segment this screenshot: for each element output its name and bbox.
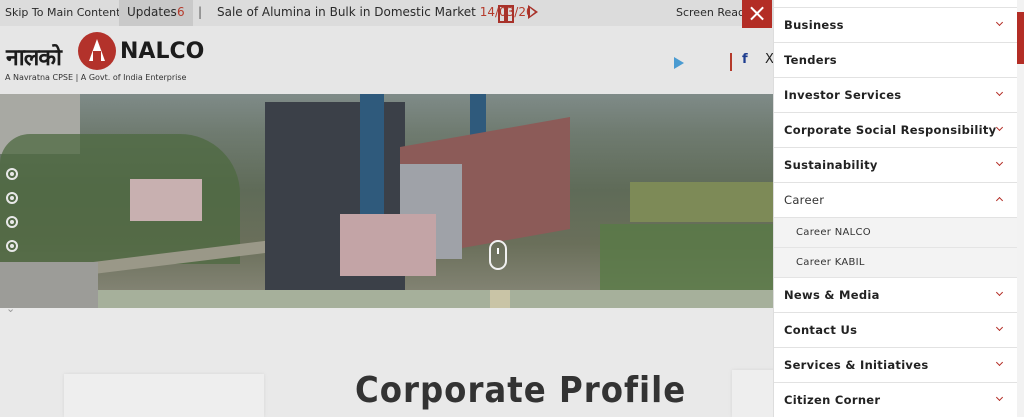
skip-to-main-link[interactable]: Skip To Main Content <box>5 6 120 19</box>
menu-item-citizen-corner[interactable]: Citizen Corner <box>774 383 1018 417</box>
hero-trees <box>0 134 240 264</box>
submenu-item-label: Career KABIL <box>796 257 865 268</box>
menu-item-label: Tenders <box>784 53 837 67</box>
menu-item-label: Business <box>784 18 844 32</box>
menu-item-sustainability[interactable]: Sustainability <box>774 148 1018 183</box>
profile-card <box>64 374 264 417</box>
menu-item-news-media[interactable]: News & Media <box>774 278 1018 313</box>
menu-item-label: News & Media <box>784 288 880 302</box>
slider-dot[interactable] <box>6 168 18 180</box>
play-icon[interactable] <box>528 5 538 19</box>
menu-item-label: Career <box>784 193 825 207</box>
news-ticker[interactable]: Sale of Alumina in Bulk in Domestic Mark… <box>217 5 534 19</box>
menu-item-services-initiatives[interactable]: Services & Initiatives <box>774 348 1018 383</box>
chevron-down-icon <box>995 18 1004 27</box>
hero-building <box>340 214 436 276</box>
logo-hindi-text[interactable]: नालको <box>6 40 62 72</box>
chevron-down-icon[interactable]: ⌄ <box>6 302 15 315</box>
google-play-icon[interactable] <box>674 57 684 69</box>
menu-item-tenders[interactable]: Tenders <box>774 43 1018 78</box>
menu-item-label: Sustainability <box>784 158 878 172</box>
close-menu-button[interactable]: × <box>742 0 772 28</box>
submenu-item-career-nalco[interactable]: Career NALCO <box>774 218 1018 248</box>
slider-dot[interactable] <box>6 192 18 204</box>
logo-english-text[interactable]: NALCO <box>120 39 204 64</box>
facebook-icon[interactable]: f <box>742 52 748 67</box>
menu-item-label: Corporate Social Responsibility <box>784 123 997 137</box>
slider-dot[interactable] <box>6 216 18 228</box>
header-divider <box>730 53 732 71</box>
section-title: Corporate Profile <box>355 370 687 411</box>
updates-count: 6 <box>177 5 185 19</box>
updates-badge: Updates 6 <box>119 0 193 26</box>
submenu-item-career-kabil[interactable]: Career KABIL <box>774 248 1018 278</box>
menu-top-border <box>774 0 1018 8</box>
hero-strip <box>98 290 775 308</box>
hero-field <box>630 182 775 222</box>
chevron-down-icon <box>995 288 1004 297</box>
chevron-down-icon <box>995 123 1004 132</box>
chevron-down-icon <box>995 88 1004 97</box>
hero-tower <box>360 94 384 214</box>
ticker-separator: | <box>198 5 203 19</box>
nalco-logo-icon[interactable] <box>78 32 116 70</box>
menu-item-label: Contact Us <box>784 323 858 337</box>
site-header: नालको NALCO A Navratna CPSE | A Govt. of… <box>0 26 775 94</box>
menu-item-contact-us[interactable]: Contact Us <box>774 313 1018 348</box>
menu-scrollbar-thumb[interactable] <box>1017 12 1024 64</box>
updates-label: Updates <box>127 5 177 19</box>
submenu-item-label: Career NALCO <box>796 227 871 238</box>
menu-item-career[interactable]: Career <box>774 183 1018 218</box>
side-menu: Business Tenders Investor Services Corpo… <box>773 0 1018 417</box>
chevron-down-icon <box>995 323 1004 332</box>
menu-item-investor-services[interactable]: Investor Services <box>774 78 1018 113</box>
hero-strip <box>490 290 510 308</box>
menu-item-csr[interactable]: Corporate Social Responsibility <box>774 113 1018 148</box>
tagline: A Navratna CPSE | A Govt. of India Enter… <box>5 73 187 82</box>
hero-banner-image <box>0 94 775 308</box>
menu-item-label: Citizen Corner <box>784 393 881 407</box>
menu-item-label: Services & Initiatives <box>784 358 929 372</box>
hero-building <box>130 179 202 221</box>
chevron-down-icon <box>995 393 1004 402</box>
menu-item-label: Investor Services <box>784 88 902 102</box>
chevron-down-icon <box>995 358 1004 367</box>
pause-icon[interactable] <box>498 5 514 23</box>
ticker-text[interactable]: Sale of Alumina in Bulk in Domestic Mark… <box>217 5 476 19</box>
scroll-down-icon[interactable] <box>489 240 507 270</box>
slider-dot[interactable] <box>6 240 18 252</box>
chevron-up-icon <box>995 196 1004 205</box>
chevron-down-icon <box>995 158 1004 167</box>
menu-item-business[interactable]: Business <box>774 8 1018 43</box>
